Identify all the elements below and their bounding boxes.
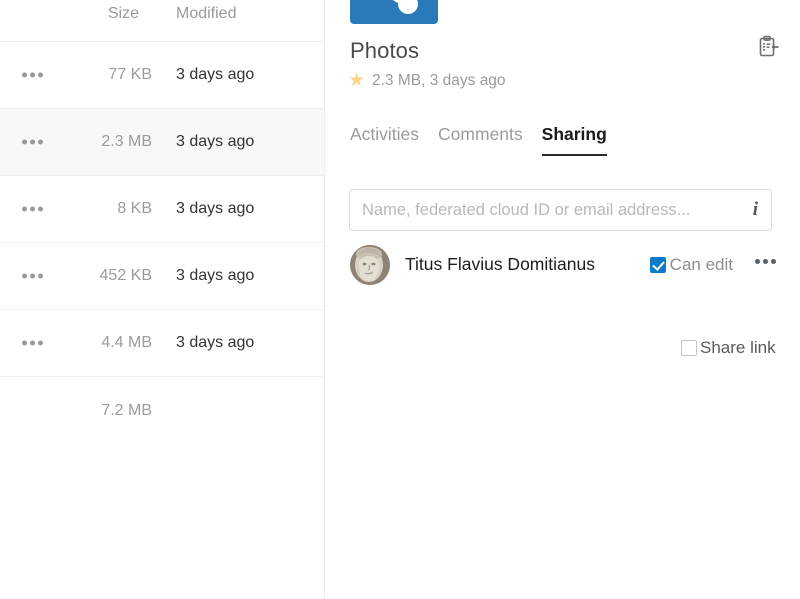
- tab-activities[interactable]: Activities: [350, 124, 419, 156]
- sharee-name: Titus Flavius Domitianus: [405, 254, 595, 275]
- cell-size: 4.4 MB: [55, 334, 152, 352]
- cell-modified: 3 days ago: [176, 200, 254, 218]
- clipboard-move-icon[interactable]: [756, 34, 782, 60]
- tab-sharing[interactable]: Sharing: [542, 124, 607, 156]
- column-header-size[interactable]: Size: [77, 0, 139, 28]
- table-row[interactable]: 8 KB 3 days ago: [0, 176, 324, 243]
- cell-modified: 3 days ago: [176, 267, 254, 285]
- share-icon: [350, 0, 438, 24]
- ellipsis-icon[interactable]: [22, 207, 43, 212]
- share-link-toggle[interactable]: Share link: [681, 338, 776, 358]
- sidebar-tabs: Activities Comments Sharing: [350, 124, 607, 156]
- can-edit-toggle[interactable]: Can edit: [650, 255, 733, 275]
- tab-comments[interactable]: Comments: [438, 124, 523, 156]
- can-edit-label: Can edit: [670, 255, 733, 275]
- nextcloud-files-app: Size Modified 77 KB 3 days ago 2.3 MB 3 …: [0, 0, 800, 599]
- cell-modified: 3 days ago: [176, 334, 254, 352]
- file-list: Size Modified 77 KB 3 days ago 2.3 MB 3 …: [0, 0, 325, 599]
- sharee-menu-ellipsis-icon[interactable]: [755, 259, 776, 264]
- table-summary-row: 7.2 MB: [0, 377, 324, 444]
- ellipsis-icon[interactable]: [22, 274, 43, 279]
- cell-size: 77 KB: [55, 66, 152, 84]
- table-row[interactable]: 452 KB 3 days ago: [0, 243, 324, 310]
- cell-modified: 3 days ago: [176, 133, 254, 151]
- ellipsis-icon[interactable]: [22, 341, 43, 346]
- page-title: Photos: [350, 38, 419, 64]
- share-link-label: Share link: [700, 338, 776, 358]
- can-edit-checkbox[interactable]: [650, 257, 666, 273]
- cell-total-size: 7.2 MB: [55, 402, 152, 420]
- table-row[interactable]: 4.4 MB 3 days ago: [0, 310, 324, 377]
- ellipsis-icon[interactable]: [22, 140, 43, 145]
- share-recipient-input[interactable]: [350, 190, 735, 230]
- file-meta-text: 2.3 MB, 3 days ago: [372, 72, 506, 90]
- info-icon[interactable]: i: [753, 199, 758, 221]
- cell-size: 2.3 MB: [55, 133, 152, 151]
- ellipsis-icon[interactable]: [22, 73, 43, 78]
- star-icon: ★: [348, 72, 366, 90]
- details-sidebar: Photos ★ 2.3 MB, 3 days ago Activities C…: [326, 0, 800, 599]
- share-link-checkbox[interactable]: [681, 340, 697, 356]
- cell-size: 452 KB: [55, 267, 152, 285]
- sharee-row: Titus Flavius Domitianus Can edit: [350, 245, 776, 287]
- avatar[interactable]: [350, 245, 390, 285]
- cell-modified: 3 days ago: [176, 66, 254, 84]
- file-subtitle: ★ 2.3 MB, 3 days ago: [348, 72, 506, 90]
- file-list-header: Size Modified: [0, 0, 324, 42]
- share-recipient-field[interactable]: i: [349, 189, 772, 231]
- table-row[interactable]: 77 KB 3 days ago: [0, 42, 324, 109]
- table-row[interactable]: 2.3 MB 3 days ago: [0, 109, 324, 176]
- column-header-modified[interactable]: Modified: [176, 0, 236, 28]
- cell-size: 8 KB: [55, 200, 152, 218]
